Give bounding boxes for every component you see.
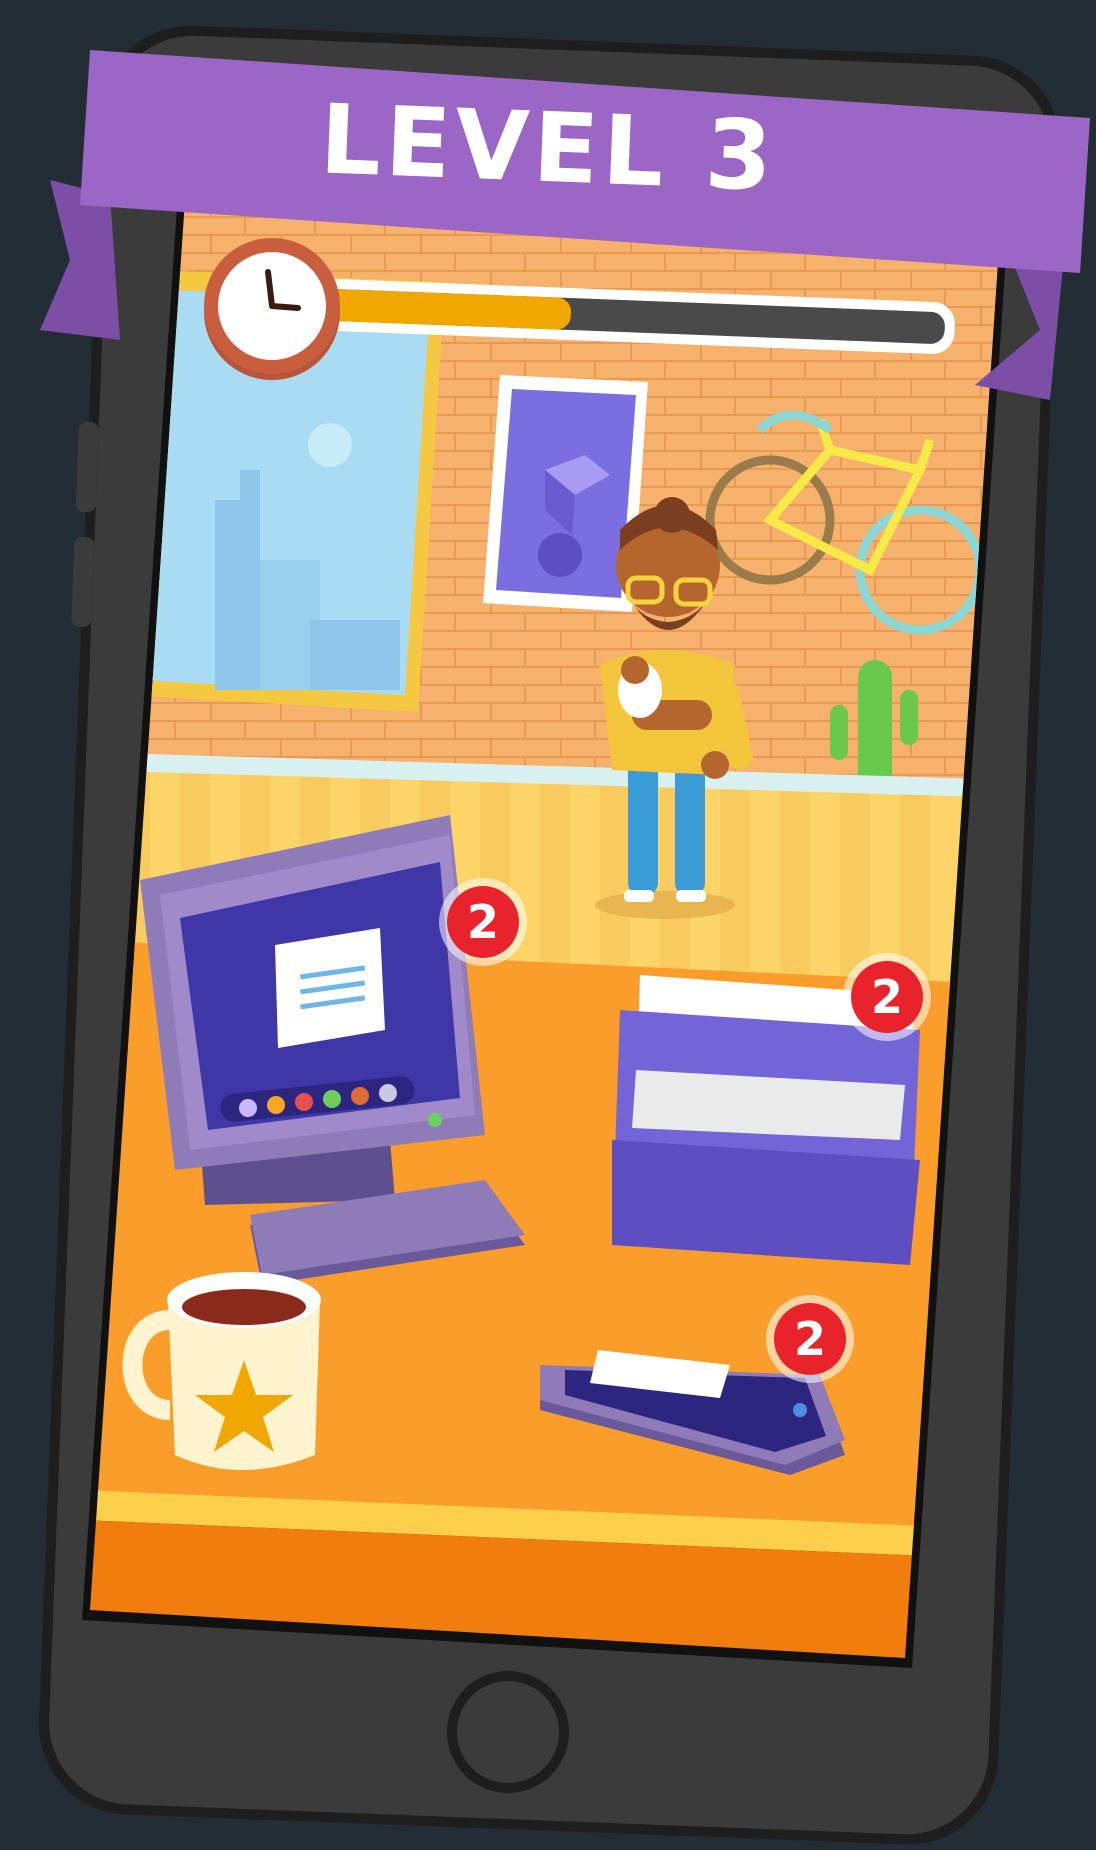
inbox-notification-badge[interactable]: 2 [843,953,931,1041]
computer-badge-count: 2 [467,895,499,949]
wall-clock-icon [204,238,340,380]
phone-badge-count: 2 [794,1312,826,1366]
computer-notification-badge[interactable]: 2 [439,878,527,966]
phone-notification-badge[interactable]: 2 [766,1295,854,1383]
game-scene: 2 2 2 [38,25,1090,1845]
inbox-badge-count: 2 [871,970,903,1024]
